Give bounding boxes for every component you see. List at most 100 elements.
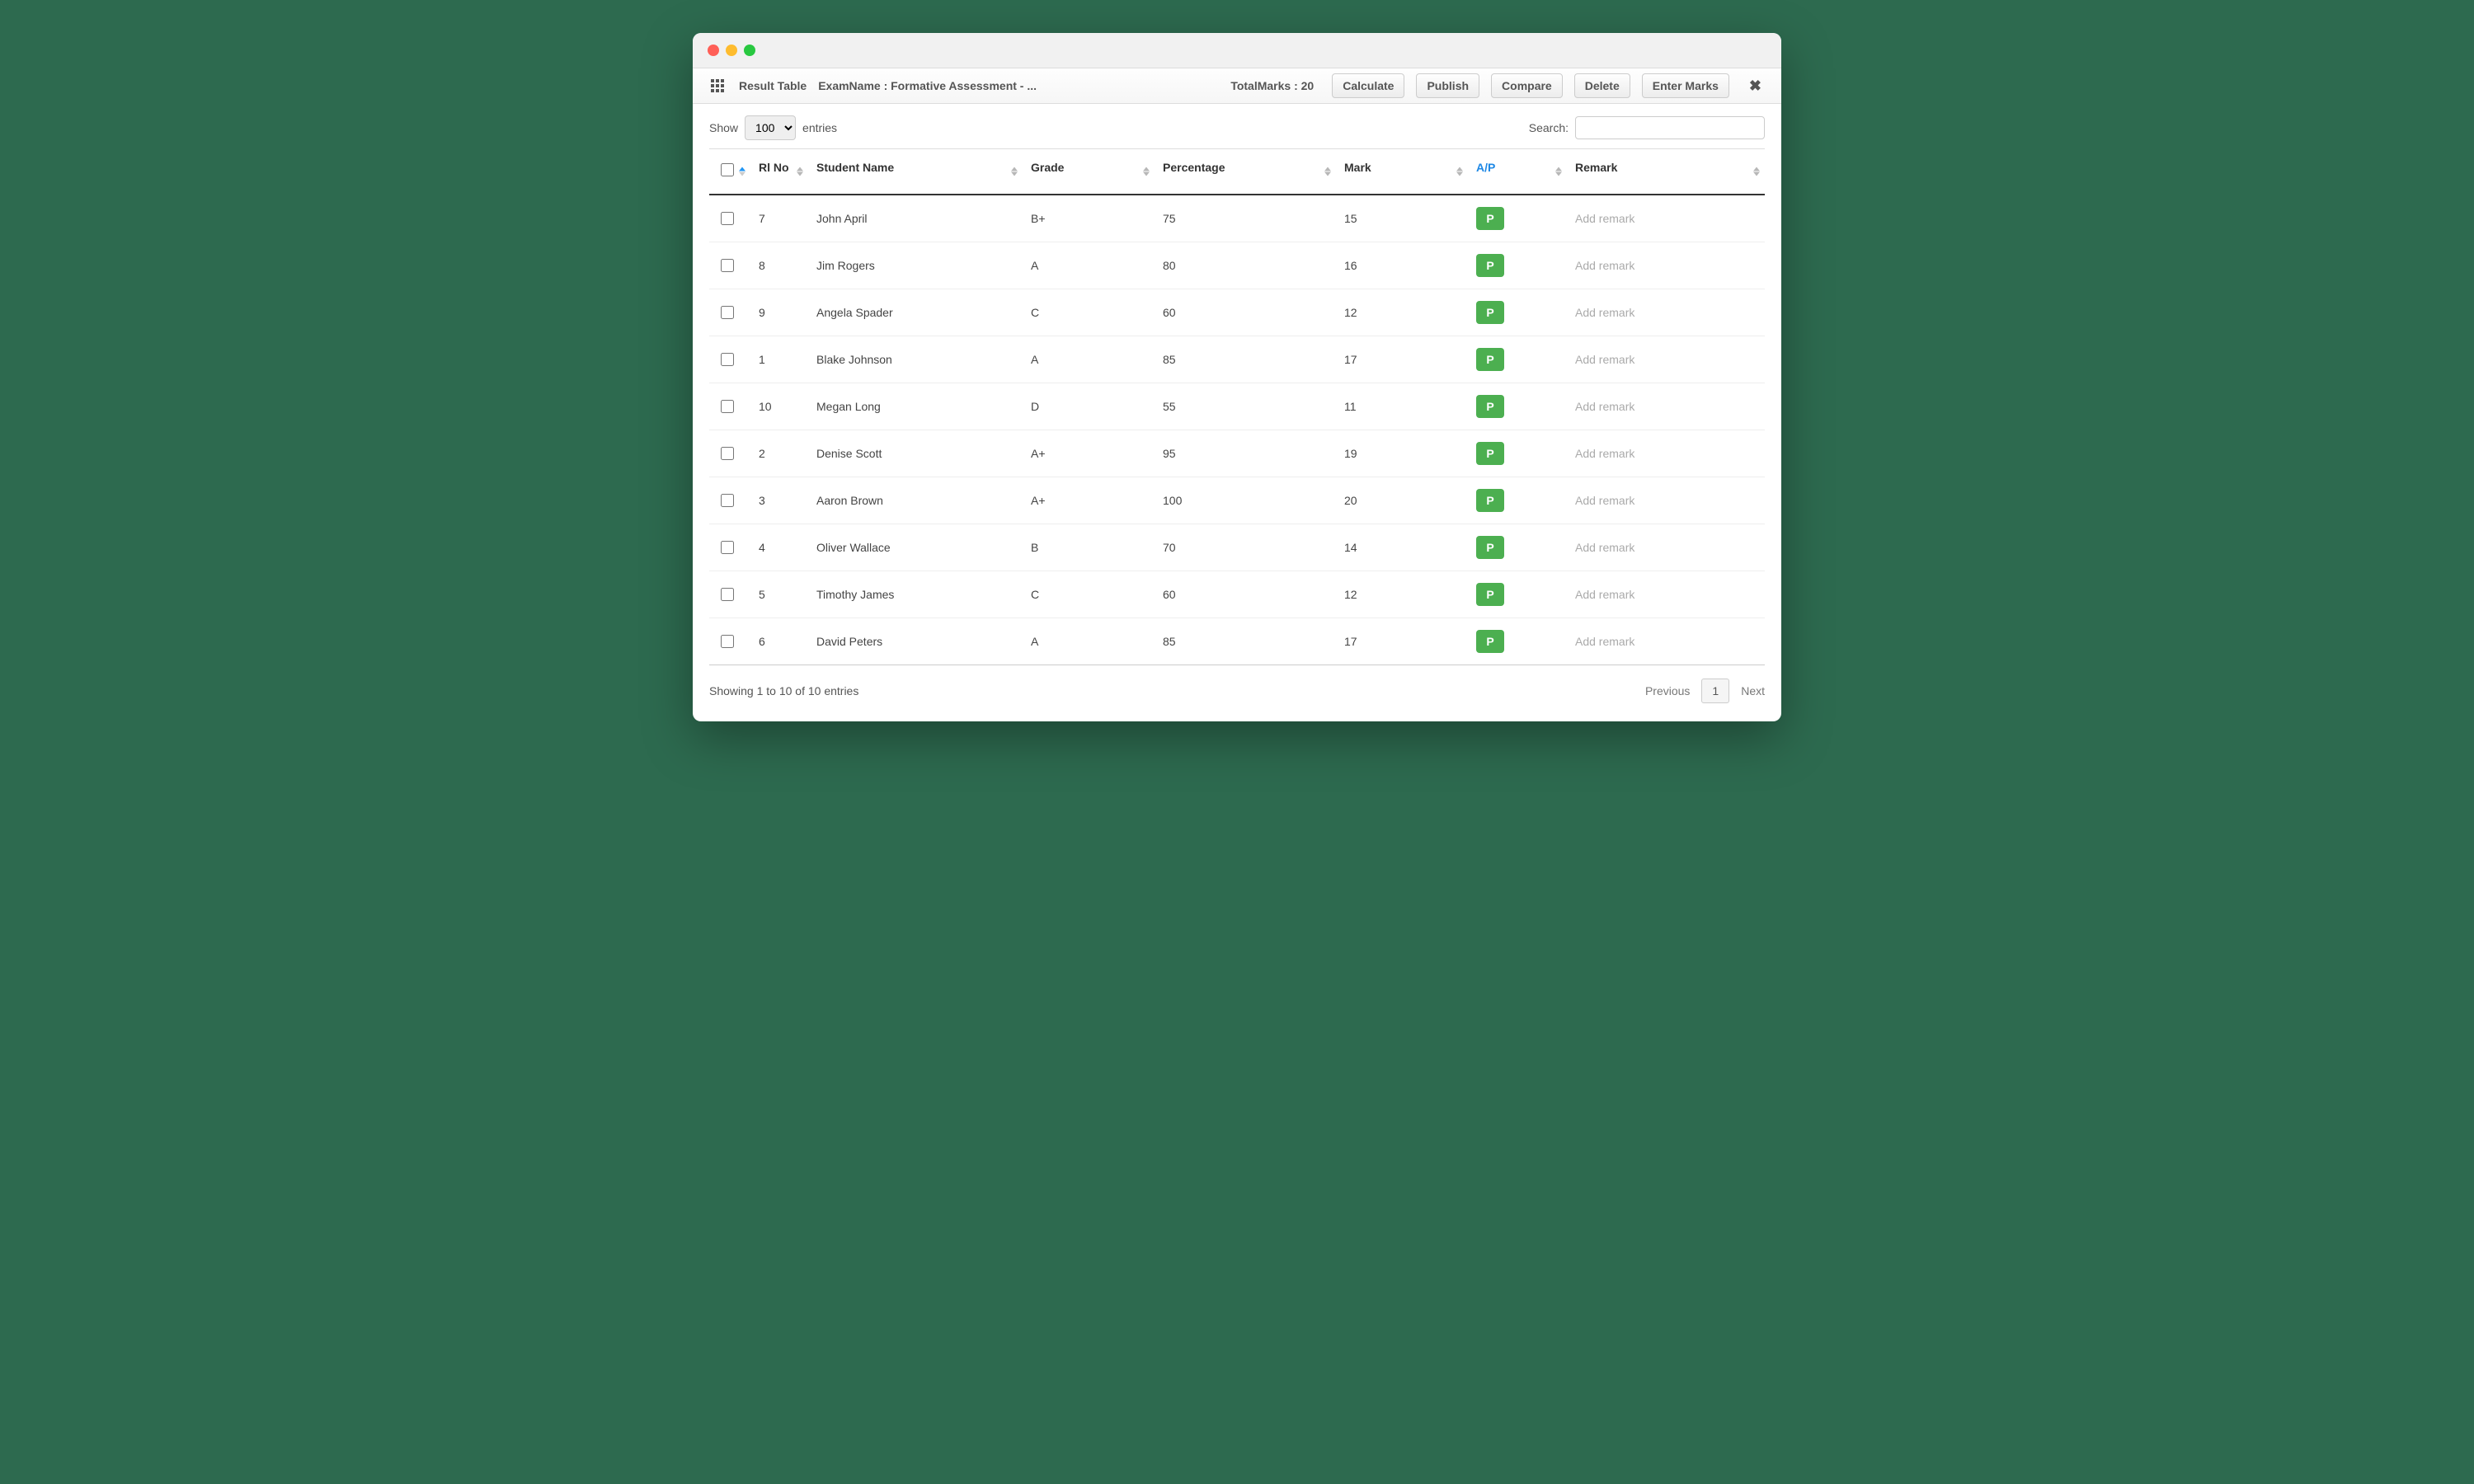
row-checkbox[interactable] xyxy=(721,635,734,648)
table-row: 4Oliver WallaceB7014PAdd remark xyxy=(709,524,1765,571)
col-grade[interactable]: Grade xyxy=(1023,149,1155,195)
result-table: Rl No Student Name Grade Percentage Mark… xyxy=(709,148,1765,665)
window-titlebar xyxy=(693,33,1781,68)
row-checkbox[interactable] xyxy=(721,541,734,554)
sort-icon xyxy=(797,167,803,176)
cell-student: Megan Long xyxy=(808,383,1023,430)
remark-input[interactable]: Add remark xyxy=(1575,259,1634,272)
cell-rlno: 1 xyxy=(750,336,808,383)
remark-input[interactable]: Add remark xyxy=(1575,400,1634,413)
col-remark[interactable]: Remark xyxy=(1567,149,1765,195)
remark-input[interactable]: Add remark xyxy=(1575,306,1634,319)
attendance-badge[interactable]: P xyxy=(1476,207,1504,230)
page-title: Result Table xyxy=(739,79,807,92)
search-label: Search: xyxy=(1529,121,1569,134)
col-student-label: Student Name xyxy=(816,161,894,174)
compare-button[interactable]: Compare xyxy=(1491,73,1563,98)
sort-icon xyxy=(739,167,745,176)
cell-mark: 14 xyxy=(1336,524,1468,571)
col-checkbox[interactable] xyxy=(709,149,750,195)
row-checkbox[interactable] xyxy=(721,259,734,272)
window-zoom-dot[interactable] xyxy=(744,45,755,56)
cell-grade: A+ xyxy=(1023,430,1155,477)
remark-input[interactable]: Add remark xyxy=(1575,635,1634,648)
grid-icon[interactable] xyxy=(708,76,727,96)
cell-percentage: 80 xyxy=(1155,242,1336,289)
attendance-badge[interactable]: P xyxy=(1476,301,1504,324)
cell-student: Aaron Brown xyxy=(808,477,1023,524)
remark-input[interactable]: Add remark xyxy=(1575,541,1634,554)
show-entries-post: entries xyxy=(802,121,837,134)
attendance-badge[interactable]: P xyxy=(1476,489,1504,512)
cell-student: David Peters xyxy=(808,618,1023,665)
remark-input[interactable]: Add remark xyxy=(1575,447,1634,460)
attendance-badge[interactable]: P xyxy=(1476,254,1504,277)
row-checkbox[interactable] xyxy=(721,212,734,225)
row-checkbox[interactable] xyxy=(721,447,734,460)
row-checkbox[interactable] xyxy=(721,588,734,601)
publish-button[interactable]: Publish xyxy=(1416,73,1479,98)
cell-grade: A xyxy=(1023,336,1155,383)
table-row: 8Jim RogersA8016PAdd remark xyxy=(709,242,1765,289)
cell-student: Blake Johnson xyxy=(808,336,1023,383)
remark-input[interactable]: Add remark xyxy=(1575,494,1634,507)
row-checkbox[interactable] xyxy=(721,353,734,366)
delete-button[interactable]: Delete xyxy=(1574,73,1630,98)
attendance-badge[interactable]: P xyxy=(1476,395,1504,418)
col-remark-label: Remark xyxy=(1575,161,1617,174)
search-input[interactable] xyxy=(1575,116,1765,139)
remark-input[interactable]: Add remark xyxy=(1575,588,1634,601)
sort-icon xyxy=(1324,167,1331,176)
table-row: 2Denise ScottA+9519PAdd remark xyxy=(709,430,1765,477)
col-ap[interactable]: A/P xyxy=(1468,149,1567,195)
cell-percentage: 70 xyxy=(1155,524,1336,571)
cell-percentage: 60 xyxy=(1155,289,1336,336)
cell-grade: A+ xyxy=(1023,477,1155,524)
close-icon[interactable]: ✖ xyxy=(1741,77,1766,95)
table-row: 6David PetersA8517PAdd remark xyxy=(709,618,1765,665)
col-rlno[interactable]: Rl No xyxy=(750,149,808,195)
cell-percentage: 85 xyxy=(1155,618,1336,665)
attendance-badge[interactable]: P xyxy=(1476,630,1504,653)
remark-input[interactable]: Add remark xyxy=(1575,353,1634,366)
next-page[interactable]: Next xyxy=(1741,684,1765,697)
col-percentage[interactable]: Percentage xyxy=(1155,149,1336,195)
col-grade-label: Grade xyxy=(1031,161,1064,174)
cell-rlno: 2 xyxy=(750,430,808,477)
calculate-button[interactable]: Calculate xyxy=(1332,73,1404,98)
cell-grade: B+ xyxy=(1023,195,1155,242)
row-checkbox[interactable] xyxy=(721,494,734,507)
attendance-badge[interactable]: P xyxy=(1476,442,1504,465)
cell-student: Timothy James xyxy=(808,571,1023,618)
col-student[interactable]: Student Name xyxy=(808,149,1023,195)
window-close-dot[interactable] xyxy=(708,45,719,56)
cell-student: Denise Scott xyxy=(808,430,1023,477)
cell-mark: 12 xyxy=(1336,289,1468,336)
cell-rlno: 8 xyxy=(750,242,808,289)
cell-percentage: 100 xyxy=(1155,477,1336,524)
col-mark[interactable]: Mark xyxy=(1336,149,1468,195)
attendance-badge[interactable]: P xyxy=(1476,536,1504,559)
cell-rlno: 3 xyxy=(750,477,808,524)
window-minimize-dot[interactable] xyxy=(726,45,737,56)
remark-input[interactable]: Add remark xyxy=(1575,212,1634,225)
enter-marks-button[interactable]: Enter Marks xyxy=(1642,73,1729,98)
cell-grade: C xyxy=(1023,571,1155,618)
row-checkbox[interactable] xyxy=(721,400,734,413)
entries-select[interactable]: 100 xyxy=(745,115,796,140)
cell-student: Jim Rogers xyxy=(808,242,1023,289)
cell-mark: 16 xyxy=(1336,242,1468,289)
cell-mark: 20 xyxy=(1336,477,1468,524)
cell-grade: A xyxy=(1023,618,1155,665)
show-entries-pre: Show xyxy=(709,121,738,134)
table-controls: Show 100 entries Search: xyxy=(693,104,1781,148)
select-all-checkbox[interactable] xyxy=(721,163,734,176)
attendance-badge[interactable]: P xyxy=(1476,583,1504,606)
cell-mark: 15 xyxy=(1336,195,1468,242)
row-checkbox[interactable] xyxy=(721,306,734,319)
page-number[interactable]: 1 xyxy=(1701,679,1729,703)
attendance-badge[interactable]: P xyxy=(1476,348,1504,371)
cell-student: Oliver Wallace xyxy=(808,524,1023,571)
previous-page[interactable]: Previous xyxy=(1645,684,1690,697)
cell-grade: D xyxy=(1023,383,1155,430)
